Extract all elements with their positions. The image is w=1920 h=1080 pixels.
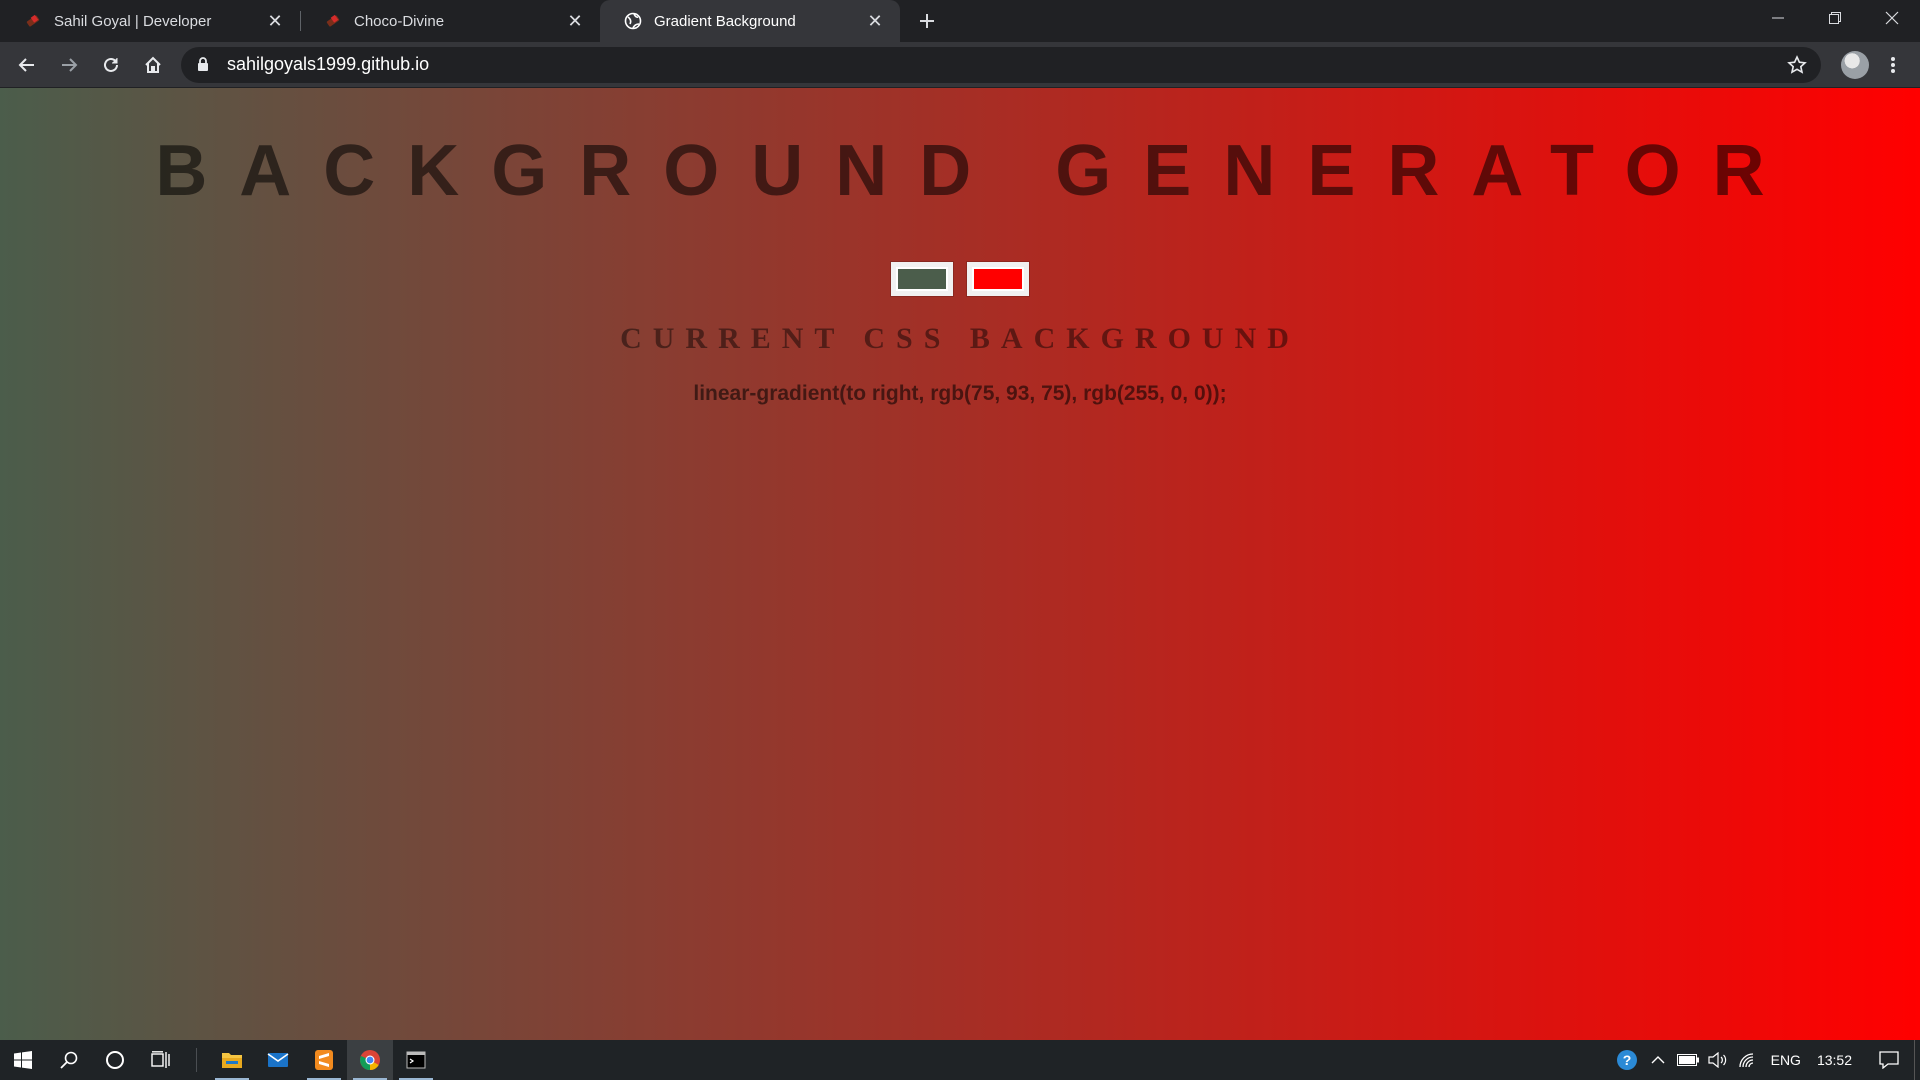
volume-button[interactable] <box>1703 1040 1733 1080</box>
tab-title: Choco-Divine <box>354 12 445 30</box>
plus-icon <box>920 14 934 28</box>
gradient-page: BACKGROUND GENERATOR CURRENT CSS BACKGRO… <box>0 88 1920 1040</box>
minimize-button[interactable] <box>1749 0 1806 36</box>
globe-icon <box>624 12 642 30</box>
windows-icon <box>14 1051 32 1069</box>
task-view-button[interactable] <box>138 1040 184 1080</box>
mail-button[interactable] <box>255 1040 301 1080</box>
tab-title: Sahil Goyal | Developer <box>54 12 212 30</box>
svg-text:?: ? <box>1622 1052 1631 1068</box>
menu-button[interactable] <box>1879 47 1907 83</box>
address-bar[interactable]: sahilgoyals1999.github.io <box>181 46 1821 83</box>
home-button[interactable] <box>135 47 171 83</box>
system-tray: ? ENG 13:52 <box>1611 1040 1920 1080</box>
restore-icon <box>1828 12 1841 24</box>
notification-icon <box>1879 1051 1899 1069</box>
search-button[interactable] <box>46 1040 92 1080</box>
close-icon[interactable]: ✕ <box>264 10 286 32</box>
help-button[interactable]: ? <box>1611 1040 1643 1080</box>
minimize-icon <box>1771 17 1784 19</box>
kebab-menu-icon <box>1891 56 1895 73</box>
tab-strip: Sahil Goyal | Developer ✕ Choco-Divine ✕… <box>0 0 1920 42</box>
tab-sahil-goyal-developer[interactable]: Sahil Goyal | Developer ✕ <box>0 0 300 42</box>
lock-icon[interactable] <box>197 57 213 73</box>
language-indicator[interactable]: ENG <box>1763 1040 1809 1080</box>
close-icon[interactable]: ✕ <box>864 10 886 32</box>
chrome-button[interactable] <box>347 1040 393 1080</box>
tab-gradient-background[interactable]: Gradient Background ✕ <box>600 0 900 42</box>
star-icon[interactable] <box>1785 53 1809 77</box>
back-button[interactable] <box>9 47 45 83</box>
restore-button[interactable] <box>1806 0 1863 36</box>
clock[interactable]: 13:52 <box>1809 1040 1860 1080</box>
reload-button[interactable] <box>93 47 129 83</box>
color-picker-2[interactable] <box>967 262 1029 296</box>
home-icon <box>145 56 161 73</box>
close-icon <box>1885 11 1898 25</box>
show-hidden-icons-button[interactable] <box>1643 1040 1673 1080</box>
start-button[interactable] <box>0 1040 46 1080</box>
network-button[interactable] <box>1733 1040 1763 1080</box>
color-swatch-2 <box>974 269 1022 289</box>
notifications-button[interactable] <box>1874 1040 1904 1080</box>
sublime-text-button[interactable] <box>301 1040 347 1080</box>
taskbar: ? ENG 13:52 <box>0 1040 1920 1080</box>
mail-icon <box>267 1053 289 1067</box>
terminal-button[interactable] <box>393 1040 439 1080</box>
forward-button[interactable] <box>51 47 87 83</box>
show-desktop-button[interactable] <box>1914 1040 1920 1080</box>
taskbar-separator <box>196 1048 197 1072</box>
battery-icon <box>1676 1054 1699 1066</box>
new-tab-button[interactable] <box>906 0 948 42</box>
current-css-heading: CURRENT CSS BACKGROUND <box>620 322 1300 355</box>
url-text[interactable]: sahilgoyals1999.github.io <box>227 54 1785 75</box>
browser-toolbar: sahilgoyals1999.github.io <box>0 42 1920 88</box>
color-swatch-1 <box>898 269 946 289</box>
chevron-up-icon <box>1651 1056 1665 1064</box>
close-icon[interactable]: ✕ <box>564 10 586 32</box>
chocolate-icon <box>324 12 342 30</box>
task-view-icon <box>151 1051 170 1068</box>
battery-button[interactable] <box>1673 1040 1703 1080</box>
search-icon <box>60 1051 78 1069</box>
cortana-icon <box>106 1051 124 1069</box>
css-output-text: linear-gradient(to right, rgb(75, 93, 75… <box>693 382 1227 405</box>
sublime-text-icon <box>315 1050 333 1070</box>
chrome-icon <box>360 1050 380 1071</box>
tab-choco-divine[interactable]: Choco-Divine ✕ <box>300 0 600 42</box>
speaker-icon <box>1708 1052 1726 1068</box>
help-icon: ? <box>1616 1050 1637 1070</box>
cortana-button[interactable] <box>92 1040 138 1080</box>
file-explorer-icon <box>222 1053 242 1068</box>
file-explorer-button[interactable] <box>209 1040 255 1080</box>
arrow-left-icon <box>18 57 34 72</box>
terminal-icon <box>406 1051 426 1069</box>
color-picker-1[interactable] <box>891 262 953 296</box>
tab-title: Gradient Background <box>654 12 796 30</box>
profile-avatar[interactable] <box>1841 50 1869 79</box>
page-title: BACKGROUND GENERATOR <box>155 131 1797 211</box>
wifi-icon <box>1738 1053 1753 1068</box>
arrow-right-icon <box>62 57 78 72</box>
window-controls <box>1749 0 1920 42</box>
close-window-button[interactable] <box>1863 0 1920 36</box>
reload-icon <box>104 57 118 72</box>
color-inputs <box>0 262 1920 296</box>
chocolate-icon <box>24 12 42 30</box>
